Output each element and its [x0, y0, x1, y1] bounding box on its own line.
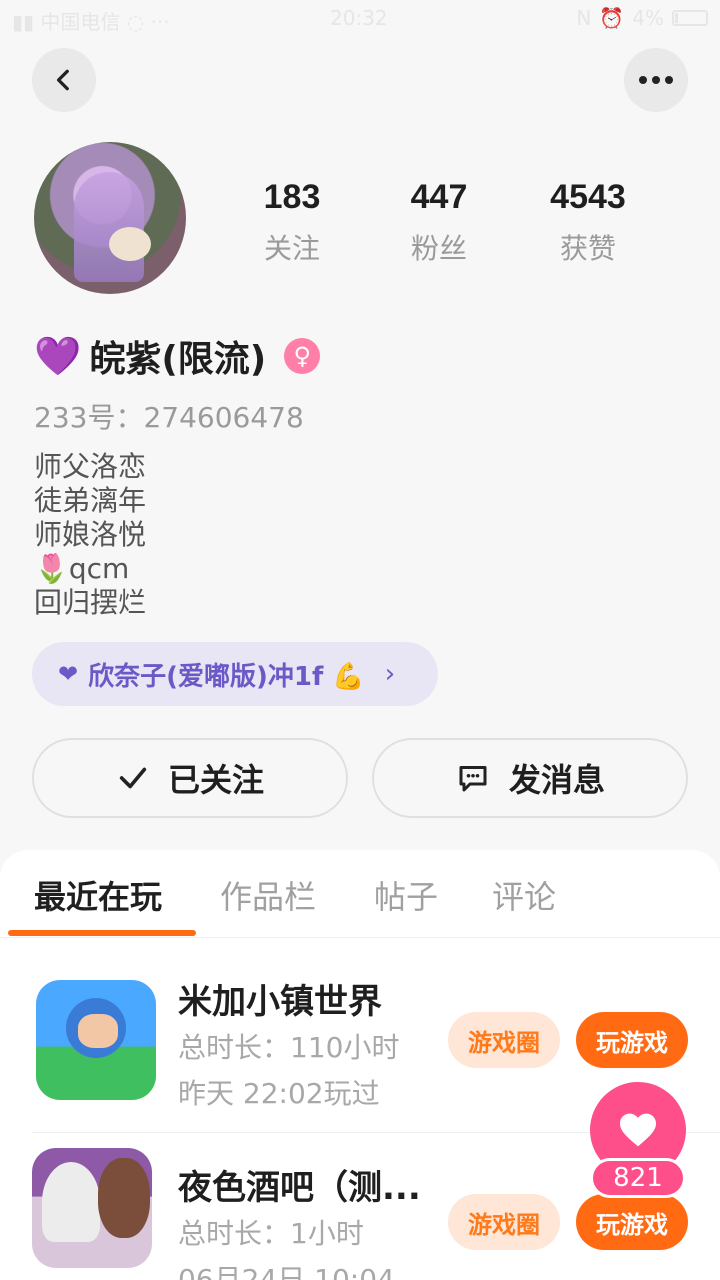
status-right: N ⏰ 4% — [576, 6, 708, 30]
like-count: 821 — [590, 1158, 686, 1198]
game-duration: 总时长：1小时 — [178, 1217, 364, 1250]
tab-posts[interactable]: 帖子 — [374, 872, 438, 918]
double-heart-icon: ❤ — [58, 660, 79, 688]
battery-text: 4% — [632, 6, 664, 30]
more-dots-icon — [639, 76, 673, 84]
play-game-button[interactable]: 玩游戏 — [576, 1194, 688, 1250]
stat-following[interactable]: 183 关注 — [232, 178, 352, 267]
heart-icon — [620, 1113, 656, 1147]
game-icon[interactable] — [32, 1148, 152, 1268]
send-message-button[interactable]: 发消息 — [372, 738, 688, 818]
nfc-icon: N — [576, 6, 592, 30]
game-title: 米加小镇世界 — [178, 982, 382, 1022]
followed-button-label: 已关注 — [167, 761, 264, 799]
back-button[interactable] — [32, 48, 96, 112]
chevron-right-icon: › — [384, 659, 396, 689]
active-tab-indicator — [8, 930, 196, 936]
game-icon[interactable] — [36, 980, 156, 1100]
carrier-label: 中国电信 — [40, 10, 121, 34]
send-message-label: 发消息 — [508, 761, 605, 799]
tab-recently-played[interactable]: 最近在玩 — [34, 872, 162, 918]
female-gender-icon: ♀ — [284, 338, 321, 374]
followed-button[interactable]: 已关注 — [32, 738, 348, 818]
bio-line: 师娘洛悦 — [34, 518, 147, 551]
more-button[interactable] — [624, 48, 688, 112]
stat-likes[interactable]: 4543 获赞 — [528, 178, 648, 267]
bio-line: 师父洛恋 — [34, 450, 147, 483]
stat-following-count: 183 — [263, 178, 321, 216]
chat-bubble-icon — [459, 766, 487, 792]
tab-works[interactable]: 作品栏 — [220, 872, 316, 918]
bio-line: 回归摆烂 — [34, 586, 147, 619]
chevron-left-icon — [56, 69, 69, 91]
game-last-played: 06月24日 10:04... — [178, 1263, 422, 1280]
content-panel: 最近在玩 作品栏 帖子 评论 米加小镇世界 总时长：110小时 昨天 22:02… — [0, 850, 720, 1280]
profile-tabs: 最近在玩 作品栏 帖子 评论 — [0, 850, 720, 938]
stat-likes-label: 获赞 — [559, 232, 616, 265]
game-title: 夜色酒吧（测... — [178, 1168, 421, 1208]
bio-line: 🌷qcm — [34, 552, 130, 585]
clock: 20:32 — [330, 6, 388, 30]
play-game-button[interactable]: 玩游戏 — [576, 1012, 688, 1068]
user-name: 皖紫(限流) — [89, 339, 267, 380]
stat-following-label: 关注 — [263, 232, 320, 265]
game-circle-button[interactable]: 游戏圈 — [448, 1194, 560, 1250]
bio: 师父洛恋 徒弟漓年 师娘洛悦 🌷qcm 回归摆烂 — [34, 450, 146, 620]
check-icon — [119, 767, 147, 789]
purple-heart-icon: 💜 — [34, 334, 82, 378]
cp-relation-pill[interactable]: ❤ 欣奈子(爱嘟版)冲1f 💪 › — [32, 642, 438, 706]
signal-icon: ▮▮ — [12, 10, 35, 34]
game-duration: 总时长：110小时 — [178, 1031, 400, 1064]
name-row: 💜 皖紫(限流) ♀ — [34, 330, 321, 382]
stat-likes-count: 4543 — [550, 178, 626, 216]
user-id: 233号：274606478 — [34, 401, 304, 434]
stat-fans-count: 447 — [410, 178, 468, 216]
avatar[interactable] — [34, 142, 186, 294]
game-last-played: 昨天 22:02玩过 — [178, 1077, 380, 1110]
status-bar: ▮▮ 中国电信 ◌ ··· 20:32 N ⏰ 4% — [0, 0, 720, 38]
cp-relation-text: 欣奈子(爱嘟版)冲1f 💪 — [88, 661, 365, 692]
wifi-icon: ◌ ··· — [126, 10, 170, 34]
game-circle-button[interactable]: 游戏圈 — [448, 1012, 560, 1068]
bio-line: 徒弟漓年 — [34, 484, 147, 517]
alarm-icon: ⏰ — [599, 6, 625, 30]
stat-fans[interactable]: 447 粉丝 — [379, 178, 499, 267]
stat-fans-label: 粉丝 — [410, 232, 467, 265]
battery-icon — [672, 10, 708, 26]
carrier-text: ▮▮ 中国电信 ◌ ··· — [12, 6, 170, 35]
tab-comments[interactable]: 评论 — [492, 872, 556, 918]
